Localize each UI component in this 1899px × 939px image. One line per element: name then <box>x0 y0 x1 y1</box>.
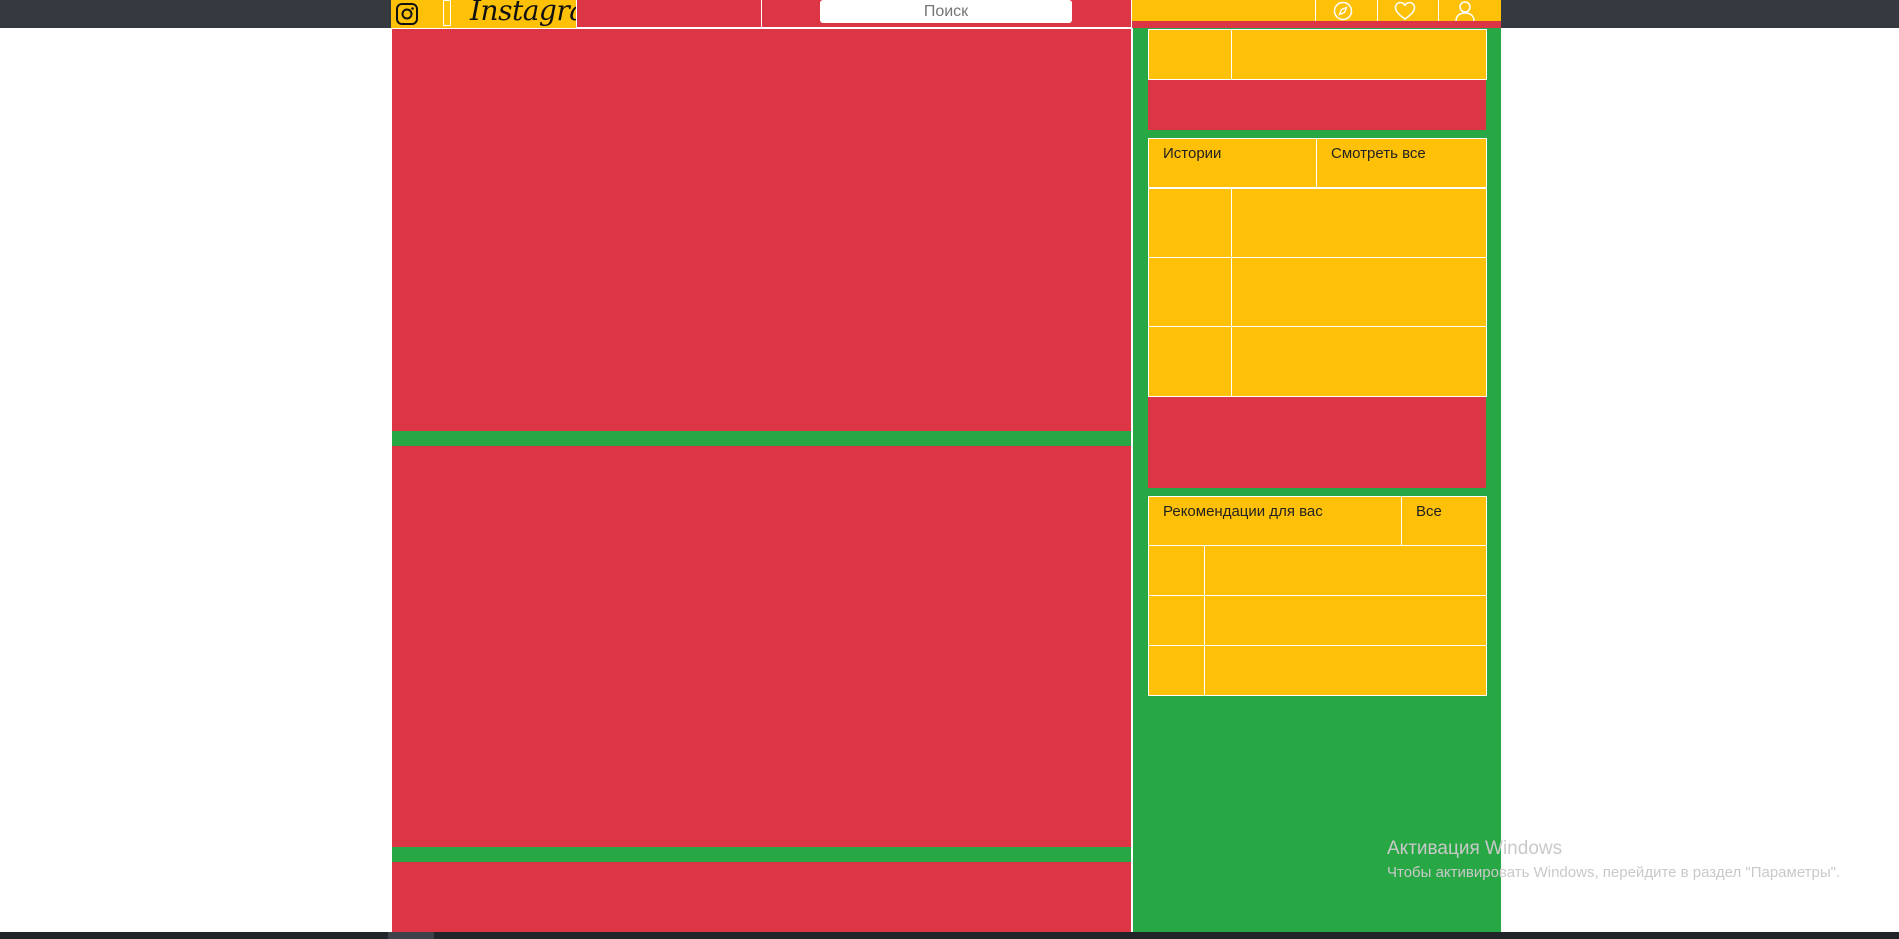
windows-activation-subtitle: Чтобы активировать Windows, перейдите в … <box>1387 864 1841 881</box>
profile-avatar[interactable] <box>1148 29 1232 80</box>
story-avatar[interactable] <box>1148 257 1232 327</box>
recommendation-avatar[interactable] <box>1148 595 1205 646</box>
nav-separator <box>1438 0 1439 21</box>
search-input[interactable] <box>820 0 1072 23</box>
bottom-scroll-tick <box>388 932 434 939</box>
compass-icon[interactable] <box>1331 0 1355 22</box>
story-item[interactable] <box>1231 188 1487 258</box>
recommendations-see-all-link[interactable]: Все <box>1401 496 1487 546</box>
profile-switch <box>1148 80 1486 130</box>
feed-separator <box>392 431 1131 446</box>
nav-separator <box>1377 0 1378 21</box>
bottom-dark-bar <box>0 932 1899 939</box>
recommendation-avatar[interactable] <box>1148 645 1205 696</box>
logo-divider <box>443 0 451 26</box>
user-icon[interactable] <box>1453 0 1477 22</box>
stories-see-all-link[interactable]: Смотреть все <box>1316 138 1487 188</box>
story-avatar[interactable] <box>1148 188 1232 258</box>
story-item[interactable] <box>1231 257 1487 327</box>
header-spacer <box>576 0 761 28</box>
feed-post[interactable] <box>392 446 1131 847</box>
header-nav-bar <box>1132 0 1501 21</box>
feed-post[interactable] <box>392 29 1131 431</box>
feed-separator <box>392 847 1131 862</box>
heart-icon[interactable] <box>1393 0 1417 22</box>
recommendation-item[interactable] <box>1204 645 1487 696</box>
nav-separator <box>1315 0 1316 21</box>
recommendation-item[interactable] <box>1204 595 1487 646</box>
profile-info[interactable] <box>1231 29 1487 80</box>
feed-post[interactable] <box>392 862 1131 932</box>
recommendations-title: Рекомендации для вас <box>1148 496 1402 546</box>
stories-footer <box>1148 397 1486 488</box>
recommendation-item[interactable] <box>1204 545 1487 596</box>
instagram-icon[interactable] <box>391 0 423 28</box>
windows-activation-title: Активация Windows <box>1387 838 1563 859</box>
stories-title: Истории <box>1148 138 1317 188</box>
story-item[interactable] <box>1231 326 1487 397</box>
recommendation-avatar[interactable] <box>1148 545 1205 596</box>
story-avatar[interactable] <box>1148 326 1232 397</box>
